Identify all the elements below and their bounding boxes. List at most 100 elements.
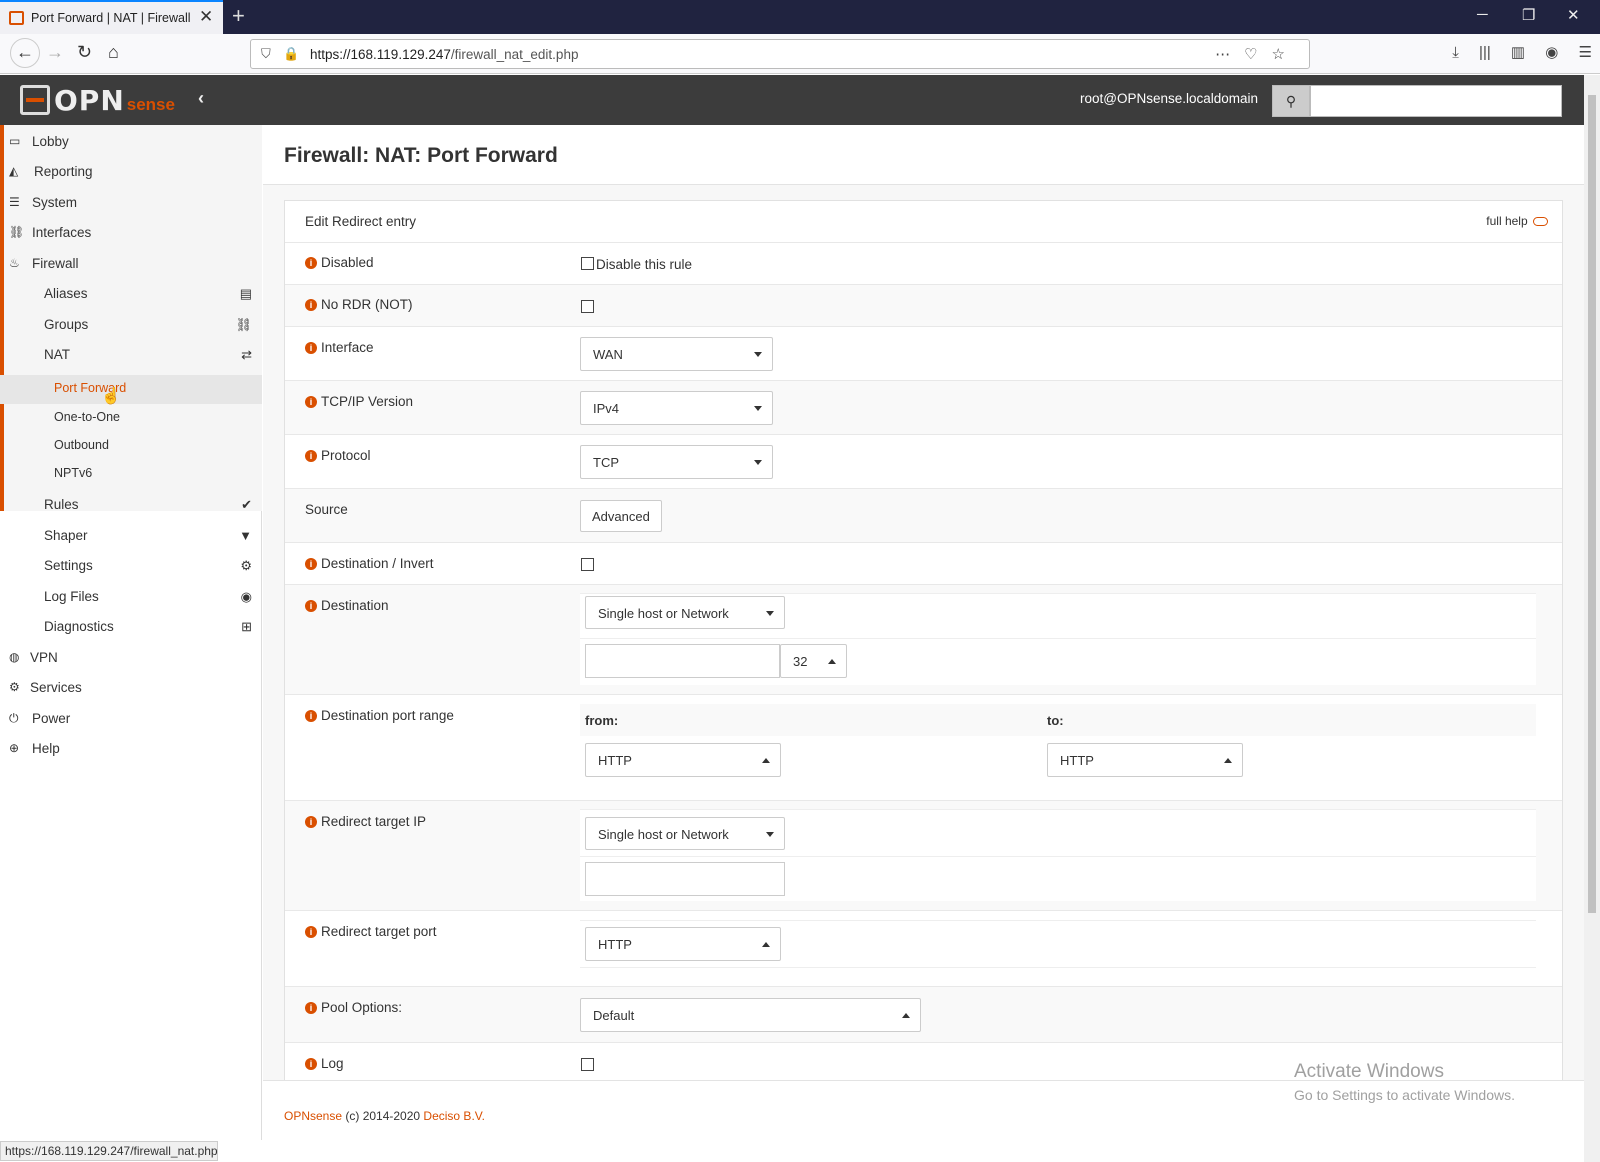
url-bar[interactable]: ⛉ 🔒 https://168.119.129.247/firewall_nat… [250, 39, 1310, 69]
port-to-select[interactable]: HTTP [1047, 743, 1243, 777]
interface-select[interactable]: WAN [580, 337, 773, 371]
forward-icon[interactable]: → [46, 42, 64, 63]
toolbar-right-icons: ⤓ ||| ▥ ◉ ☰ [1436, 43, 1592, 61]
account-icon[interactable]: ◉ [1545, 44, 1558, 61]
log-checkbox[interactable] [581, 1058, 594, 1071]
search-input[interactable] [1310, 85, 1562, 117]
info-icon[interactable]: i [305, 816, 317, 828]
row-disabled: i Disabled Disable this rule [285, 243, 1562, 285]
sidebar-item-one-to-one[interactable]: One-to-One [0, 404, 262, 432]
protocol-select[interactable]: TCP [580, 445, 773, 479]
redirect-ip-input[interactable] [585, 862, 785, 896]
port-from-select[interactable]: HTTP [585, 743, 781, 777]
redirect-port-select[interactable]: HTTP [585, 927, 781, 961]
search-icon[interactable]: ⚲ [1272, 85, 1310, 117]
home-icon[interactable]: ⌂ [108, 42, 119, 63]
sidebar-item-system[interactable]: ☰ System [0, 188, 262, 218]
sidebar-item-groups[interactable]: Groups ⛓ [0, 310, 262, 340]
info-icon[interactable]: i [305, 1002, 317, 1014]
sidebar-item-nptv6[interactable]: NPTv6 [0, 460, 262, 488]
exchange-icon: ⇄ [241, 347, 252, 362]
info-icon[interactable]: i [305, 396, 317, 408]
sidebar-item-outbound[interactable]: Outbound [0, 432, 262, 460]
info-icon[interactable]: i [305, 342, 317, 354]
sidebar-item-diagnostics[interactable]: Diagnostics ⊞ [0, 612, 262, 642]
footer-company-link[interactable]: Deciso B.V. [423, 1109, 485, 1123]
info-icon[interactable]: i [305, 926, 317, 938]
info-icon[interactable]: i [305, 558, 317, 570]
pool-options-select[interactable]: Default [580, 998, 921, 1032]
sidebar-item-port-forward[interactable]: Port Forward [0, 375, 262, 404]
sidebar-item-label: Services [30, 680, 82, 695]
info-icon[interactable]: i [305, 450, 317, 462]
pool-options-value: Default [593, 1008, 635, 1023]
sidebar-item-nat[interactable]: NAT ⇄ [0, 340, 262, 370]
interface-label: Interface [321, 340, 374, 355]
sidebar-item-vpn[interactable]: ◍ VPN [0, 643, 262, 673]
row-ip-version: i TCP/IP Version IPv4 [285, 381, 1562, 435]
restore-icon[interactable]: ❐ [1522, 6, 1535, 24]
ip-version-value: IPv4 [593, 401, 620, 416]
sidebar-item-help[interactable]: ⊕ Help [0, 734, 262, 764]
destination-mask-value: 32 [793, 654, 808, 669]
area-chart-icon: ◭ [9, 164, 19, 178]
ip-version-select[interactable]: IPv4 [580, 391, 773, 425]
destination-mask-select[interactable]: 32 [780, 644, 847, 678]
info-icon[interactable]: i [305, 600, 317, 612]
destination-type-select[interactable]: Single host or Network [585, 596, 785, 629]
mouse-pointer-icon: ☝ [101, 388, 121, 405]
sidebar-item-settings[interactable]: Settings ⚙ [0, 551, 262, 581]
collapse-sidebar-icon[interactable]: ‹ [198, 88, 204, 109]
info-icon[interactable]: i [305, 257, 317, 269]
sidebar-item-label: Firewall [32, 256, 79, 271]
redirect-target-ip-label: Redirect target IP [321, 814, 427, 829]
source-advanced-button[interactable]: Advanced [580, 500, 662, 532]
sidebar-item-reporting[interactable]: ◭ Reporting [0, 157, 262, 187]
sidebar-toggle-icon[interactable]: ▥ [1511, 44, 1525, 61]
disabled-checkbox[interactable] [581, 257, 594, 270]
sidebar-item-firewall[interactable]: ♨ Firewall [0, 249, 262, 279]
no-rdr-checkbox[interactable] [581, 300, 594, 313]
url-text[interactable]: https://168.119.129.247/firewall_nat_edi… [310, 47, 578, 62]
destination-invert-checkbox[interactable] [581, 558, 594, 571]
row-redirect-target-ip: i Redirect target IP Single host or Netwo… [285, 801, 1562, 911]
opnsense-logo[interactable]: OPN sense [20, 83, 175, 117]
footer-brand-link[interactable]: OPNsense [284, 1109, 342, 1123]
redirect-ip-type-select[interactable]: Single host or Network [585, 817, 785, 850]
user-menu[interactable]: root@OPNsense.localdomain [1080, 91, 1258, 106]
sidebar-item-lobby[interactable]: ▭ Lobby [0, 127, 262, 157]
page-scrollbar[interactable] [1584, 75, 1600, 1162]
sidebar-item-aliases[interactable]: Aliases ▤ [0, 279, 262, 309]
sidebar-item-label: Groups [44, 317, 89, 332]
info-icon[interactable]: i [305, 710, 317, 722]
back-icon[interactable]: ← [10, 38, 40, 68]
menu-icon[interactable]: ☰ [1579, 44, 1592, 61]
info-icon[interactable]: i [305, 299, 317, 311]
sidebar-item-label: Aliases [44, 286, 88, 301]
minimize-icon[interactable]: ─ [1477, 6, 1488, 23]
sidebar-item-services[interactable]: ⚙ Services [0, 673, 262, 703]
protocol-value: TCP [593, 455, 619, 470]
sidebar-item-shaper[interactable]: Shaper ▼ [0, 521, 262, 551]
scrollbar-thumb[interactable] [1588, 95, 1596, 913]
browser-tab-title: Port Forward | NAT | Firewall | O [31, 11, 191, 25]
browser-tab[interactable]: Port Forward | NAT | Firewall | O ✕ [0, 0, 223, 34]
download-icon[interactable]: ⤓ [1452, 44, 1459, 61]
close-tab-icon[interactable]: ✕ [199, 7, 213, 27]
sidebar-item-log-files[interactable]: Log Files ◉ [0, 582, 262, 612]
full-help-label: full help [1486, 214, 1528, 228]
insecure-lock-icon[interactable]: 🔒 [283, 46, 299, 62]
page-actions[interactable]: ⋯♡☆ [1215, 45, 1299, 63]
library-icon[interactable]: ||| [1479, 44, 1491, 61]
window-close-icon[interactable]: ✕ [1567, 6, 1580, 24]
info-icon[interactable]: i [305, 1058, 317, 1070]
full-help-toggle[interactable]: full help [1486, 214, 1548, 228]
destination-address-input[interactable] [585, 644, 780, 678]
reload-icon[interactable]: ↻ [77, 42, 92, 63]
sidebar-item-power[interactable]: ⏻ Power [0, 704, 262, 734]
row-no-rdr: i No RDR (NOT) [285, 285, 1562, 327]
sidebar-item-rules[interactable]: Rules ✔ [0, 490, 262, 520]
sidebar-item-interfaces[interactable]: ⛓ Interfaces [0, 218, 262, 248]
shield-icon[interactable]: ⛉ [261, 46, 271, 62]
new-tab-icon[interactable]: + [232, 3, 245, 29]
